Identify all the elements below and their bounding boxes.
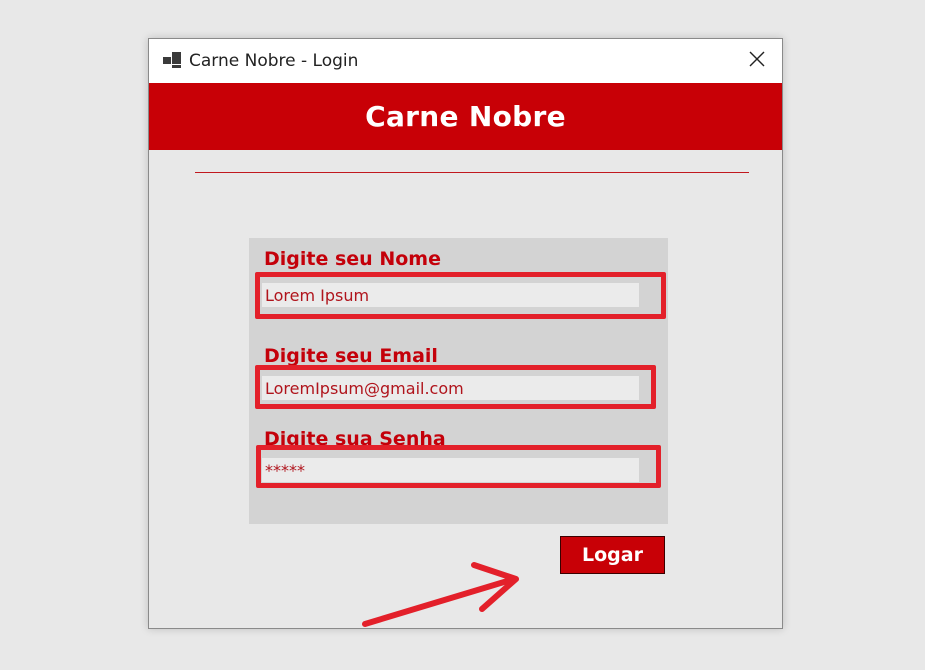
close-icon	[749, 51, 765, 71]
login-form-panel: Digite seu Nome Digite seu Email Digite …	[249, 238, 668, 524]
close-button[interactable]	[732, 39, 782, 83]
header-divider	[195, 172, 749, 173]
password-input[interactable]	[262, 458, 639, 482]
app-window-icon	[163, 52, 181, 68]
login-button[interactable]: Logar	[560, 536, 665, 574]
name-input[interactable]	[262, 283, 639, 307]
email-input[interactable]	[262, 376, 639, 400]
app-header-title: Carne Nobre	[365, 100, 566, 133]
app-header: Carne Nobre	[149, 83, 782, 150]
email-label: Digite seu Email	[264, 345, 438, 367]
window-title: Carne Nobre - Login	[189, 51, 359, 71]
login-window: Carne Nobre - Login Carne Nobre Digite s…	[148, 38, 783, 629]
name-label: Digite seu Nome	[264, 248, 441, 270]
title-bar: Carne Nobre - Login	[149, 39, 782, 83]
password-label: Digite sua Senha	[264, 428, 446, 450]
